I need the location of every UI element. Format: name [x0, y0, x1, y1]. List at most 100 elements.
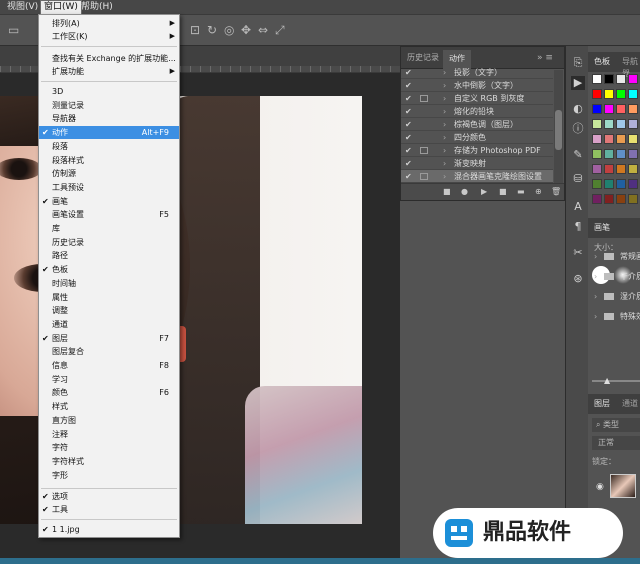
color-swatch[interactable]: [592, 179, 602, 189]
color-swatch[interactable]: [604, 164, 614, 174]
action-check-icon[interactable]: ✔: [405, 118, 412, 131]
menu-item-panel[interactable]: 字形: [39, 469, 179, 482]
menu-item-arrange[interactable]: 排列(A) ▶: [39, 17, 179, 30]
menu-item-panel[interactable]: 颜色 F6: [39, 386, 179, 399]
menu-item-panel[interactable]: ✔ 色板: [39, 263, 179, 276]
menu-item-panel[interactable]: 信息 F8: [39, 359, 179, 372]
menu-item-document[interactable]: ✔ 1 1.jpg: [39, 523, 179, 536]
action-check-icon[interactable]: ✔: [405, 66, 412, 79]
menu-item-tools[interactable]: ✔ 工具: [39, 503, 179, 516]
align-icon[interactable]: ⊡: [190, 23, 200, 37]
menu-item-panel[interactable]: 测量记录: [39, 99, 179, 112]
menu-item-panel[interactable]: ✔ 图层 F7: [39, 332, 179, 345]
menu-window[interactable]: 窗口(W): [40, 0, 82, 15]
color-swatch[interactable]: [604, 104, 614, 114]
color-swatch[interactable]: [592, 164, 602, 174]
menu-item-find-extensions[interactable]: 查找有关 Exchange 的扩展功能...: [39, 52, 179, 65]
expand-arrow-icon[interactable]: ›: [594, 308, 597, 326]
rotate-3d-icon[interactable]: ↻: [207, 23, 217, 37]
color-swatch[interactable]: [604, 149, 614, 159]
color-swatch[interactable]: [616, 194, 626, 204]
menu-item-panel[interactable]: 仿制源: [39, 167, 179, 180]
menu-item-panel[interactable]: 直方图: [39, 414, 179, 427]
color-swatch[interactable]: [628, 104, 638, 114]
tab-history[interactable]: 历史记录: [407, 52, 439, 64]
paragraph-panel-icon[interactable]: ¶: [571, 220, 585, 234]
color-swatch[interactable]: [592, 149, 602, 159]
expand-arrow-icon[interactable]: ›: [443, 79, 446, 92]
action-check-icon[interactable]: ✔: [405, 157, 412, 170]
action-row[interactable]: ✔ › 熔化的铅块: [401, 105, 553, 118]
slide-3d-icon[interactable]: ⇔: [258, 23, 268, 37]
color-swatch[interactable]: [628, 89, 638, 99]
color-swatch[interactable]: [592, 134, 602, 144]
tab-layers[interactable]: 图层: [594, 398, 610, 410]
menu-item-panel[interactable]: 调整: [39, 304, 179, 317]
stop-icon[interactable]: ■: [443, 187, 451, 196]
color-swatch[interactable]: [604, 194, 614, 204]
expand-arrow-icon[interactable]: ›: [594, 288, 597, 306]
color-swatch[interactable]: [616, 119, 626, 129]
action-check-icon[interactable]: ✔: [405, 105, 412, 118]
menu-item-panel[interactable]: 样式: [39, 400, 179, 413]
action-check-icon[interactable]: ✔: [405, 79, 412, 92]
brush-panel-icon[interactable]: ✎: [571, 148, 585, 162]
menu-item-panel[interactable]: 段落样式: [39, 154, 179, 167]
menu-item-panel[interactable]: 字符样式: [39, 455, 179, 468]
menu-item-panel[interactable]: 工具预设: [39, 181, 179, 194]
brush-group-row[interactable]: › 常规画: [590, 248, 640, 266]
expand-arrow-icon[interactable]: ›: [443, 118, 446, 131]
action-row[interactable]: ✔ › 存储为 Photoshop PDF: [401, 144, 553, 157]
info-panel-icon[interactable]: ⓘ: [571, 122, 585, 136]
color-swatch[interactable]: [628, 179, 638, 189]
color-swatch[interactable]: [604, 179, 614, 189]
tab-brushes[interactable]: 画笔: [594, 222, 610, 234]
color-swatch[interactable]: [616, 104, 626, 114]
new-action-icon[interactable]: ⊕: [535, 187, 542, 196]
panel-menu-icon[interactable]: » ≡: [537, 52, 553, 64]
actions-scrollbar[interactable]: [554, 70, 563, 185]
color-swatch[interactable]: [628, 194, 638, 204]
action-row[interactable]: ✔ › 四分颜色: [401, 131, 553, 144]
tools-panel-icon[interactable]: ✂: [571, 246, 585, 260]
tab-swatches[interactable]: 色板: [594, 56, 610, 68]
libraries-panel-icon[interactable]: ⊛: [571, 272, 585, 286]
menu-item-panel[interactable]: 注释: [39, 428, 179, 441]
menu-item-panel[interactable]: 库: [39, 222, 179, 235]
color-panel-icon[interactable]: ◐: [571, 102, 585, 116]
menu-item-panel[interactable]: 时间轴: [39, 277, 179, 290]
menu-view[interactable]: 视图(V): [4, 1, 41, 14]
dialog-toggle-icon[interactable]: [420, 173, 428, 180]
expand-arrow-icon[interactable]: ›: [594, 268, 597, 286]
action-check-icon[interactable]: ✔: [405, 92, 412, 105]
action-row[interactable]: ✔ › 水中倒影（文字）: [401, 79, 553, 92]
slider-thumb-icon[interactable]: ▲: [604, 376, 610, 385]
expand-arrow-icon[interactable]: ›: [443, 66, 446, 79]
color-swatch[interactable]: [616, 74, 626, 84]
play-icon[interactable]: ▶: [481, 187, 487, 196]
color-swatch[interactable]: [592, 89, 602, 99]
expand-arrow-icon[interactable]: ›: [443, 170, 446, 183]
expand-arrow-icon[interactable]: ›: [443, 131, 446, 144]
action-row[interactable]: ✔ › 投影（文字）: [401, 66, 553, 79]
menu-item-panel[interactable]: 段落: [39, 140, 179, 153]
expand-arrow-icon[interactable]: ›: [443, 105, 446, 118]
action-row[interactable]: ✔ › 自定义 RGB 到灰度: [401, 92, 553, 105]
action-row-selected[interactable]: ✔ › 混合器画笔克隆绘图设置: [401, 170, 553, 183]
tool-preset-icon[interactable]: ▭: [8, 23, 19, 37]
action-check-icon[interactable]: ✔: [405, 144, 412, 157]
clone-source-icon[interactable]: ⛁: [571, 172, 585, 186]
brush-group-row[interactable]: › 特殊效: [590, 308, 640, 326]
dialog-toggle-icon[interactable]: [420, 95, 428, 102]
menu-item-options[interactable]: ✔ 选项: [39, 490, 179, 503]
expand-arrow-icon[interactable]: ›: [443, 144, 446, 157]
pan-3d-icon[interactable]: ✥: [241, 23, 251, 37]
color-swatch[interactable]: [616, 179, 626, 189]
scale-3d-icon[interactable]: ⤢: [275, 23, 285, 37]
color-swatch[interactable]: [592, 104, 602, 114]
color-swatch[interactable]: [628, 164, 638, 174]
menu-item-panel[interactable]: ✔ 动作 Alt+F9: [39, 126, 179, 140]
expand-arrow-icon[interactable]: ›: [443, 157, 446, 170]
action-check-icon[interactable]: ✔: [405, 170, 412, 183]
layer-kind-filter[interactable]: ⌕ 类型: [592, 418, 640, 432]
